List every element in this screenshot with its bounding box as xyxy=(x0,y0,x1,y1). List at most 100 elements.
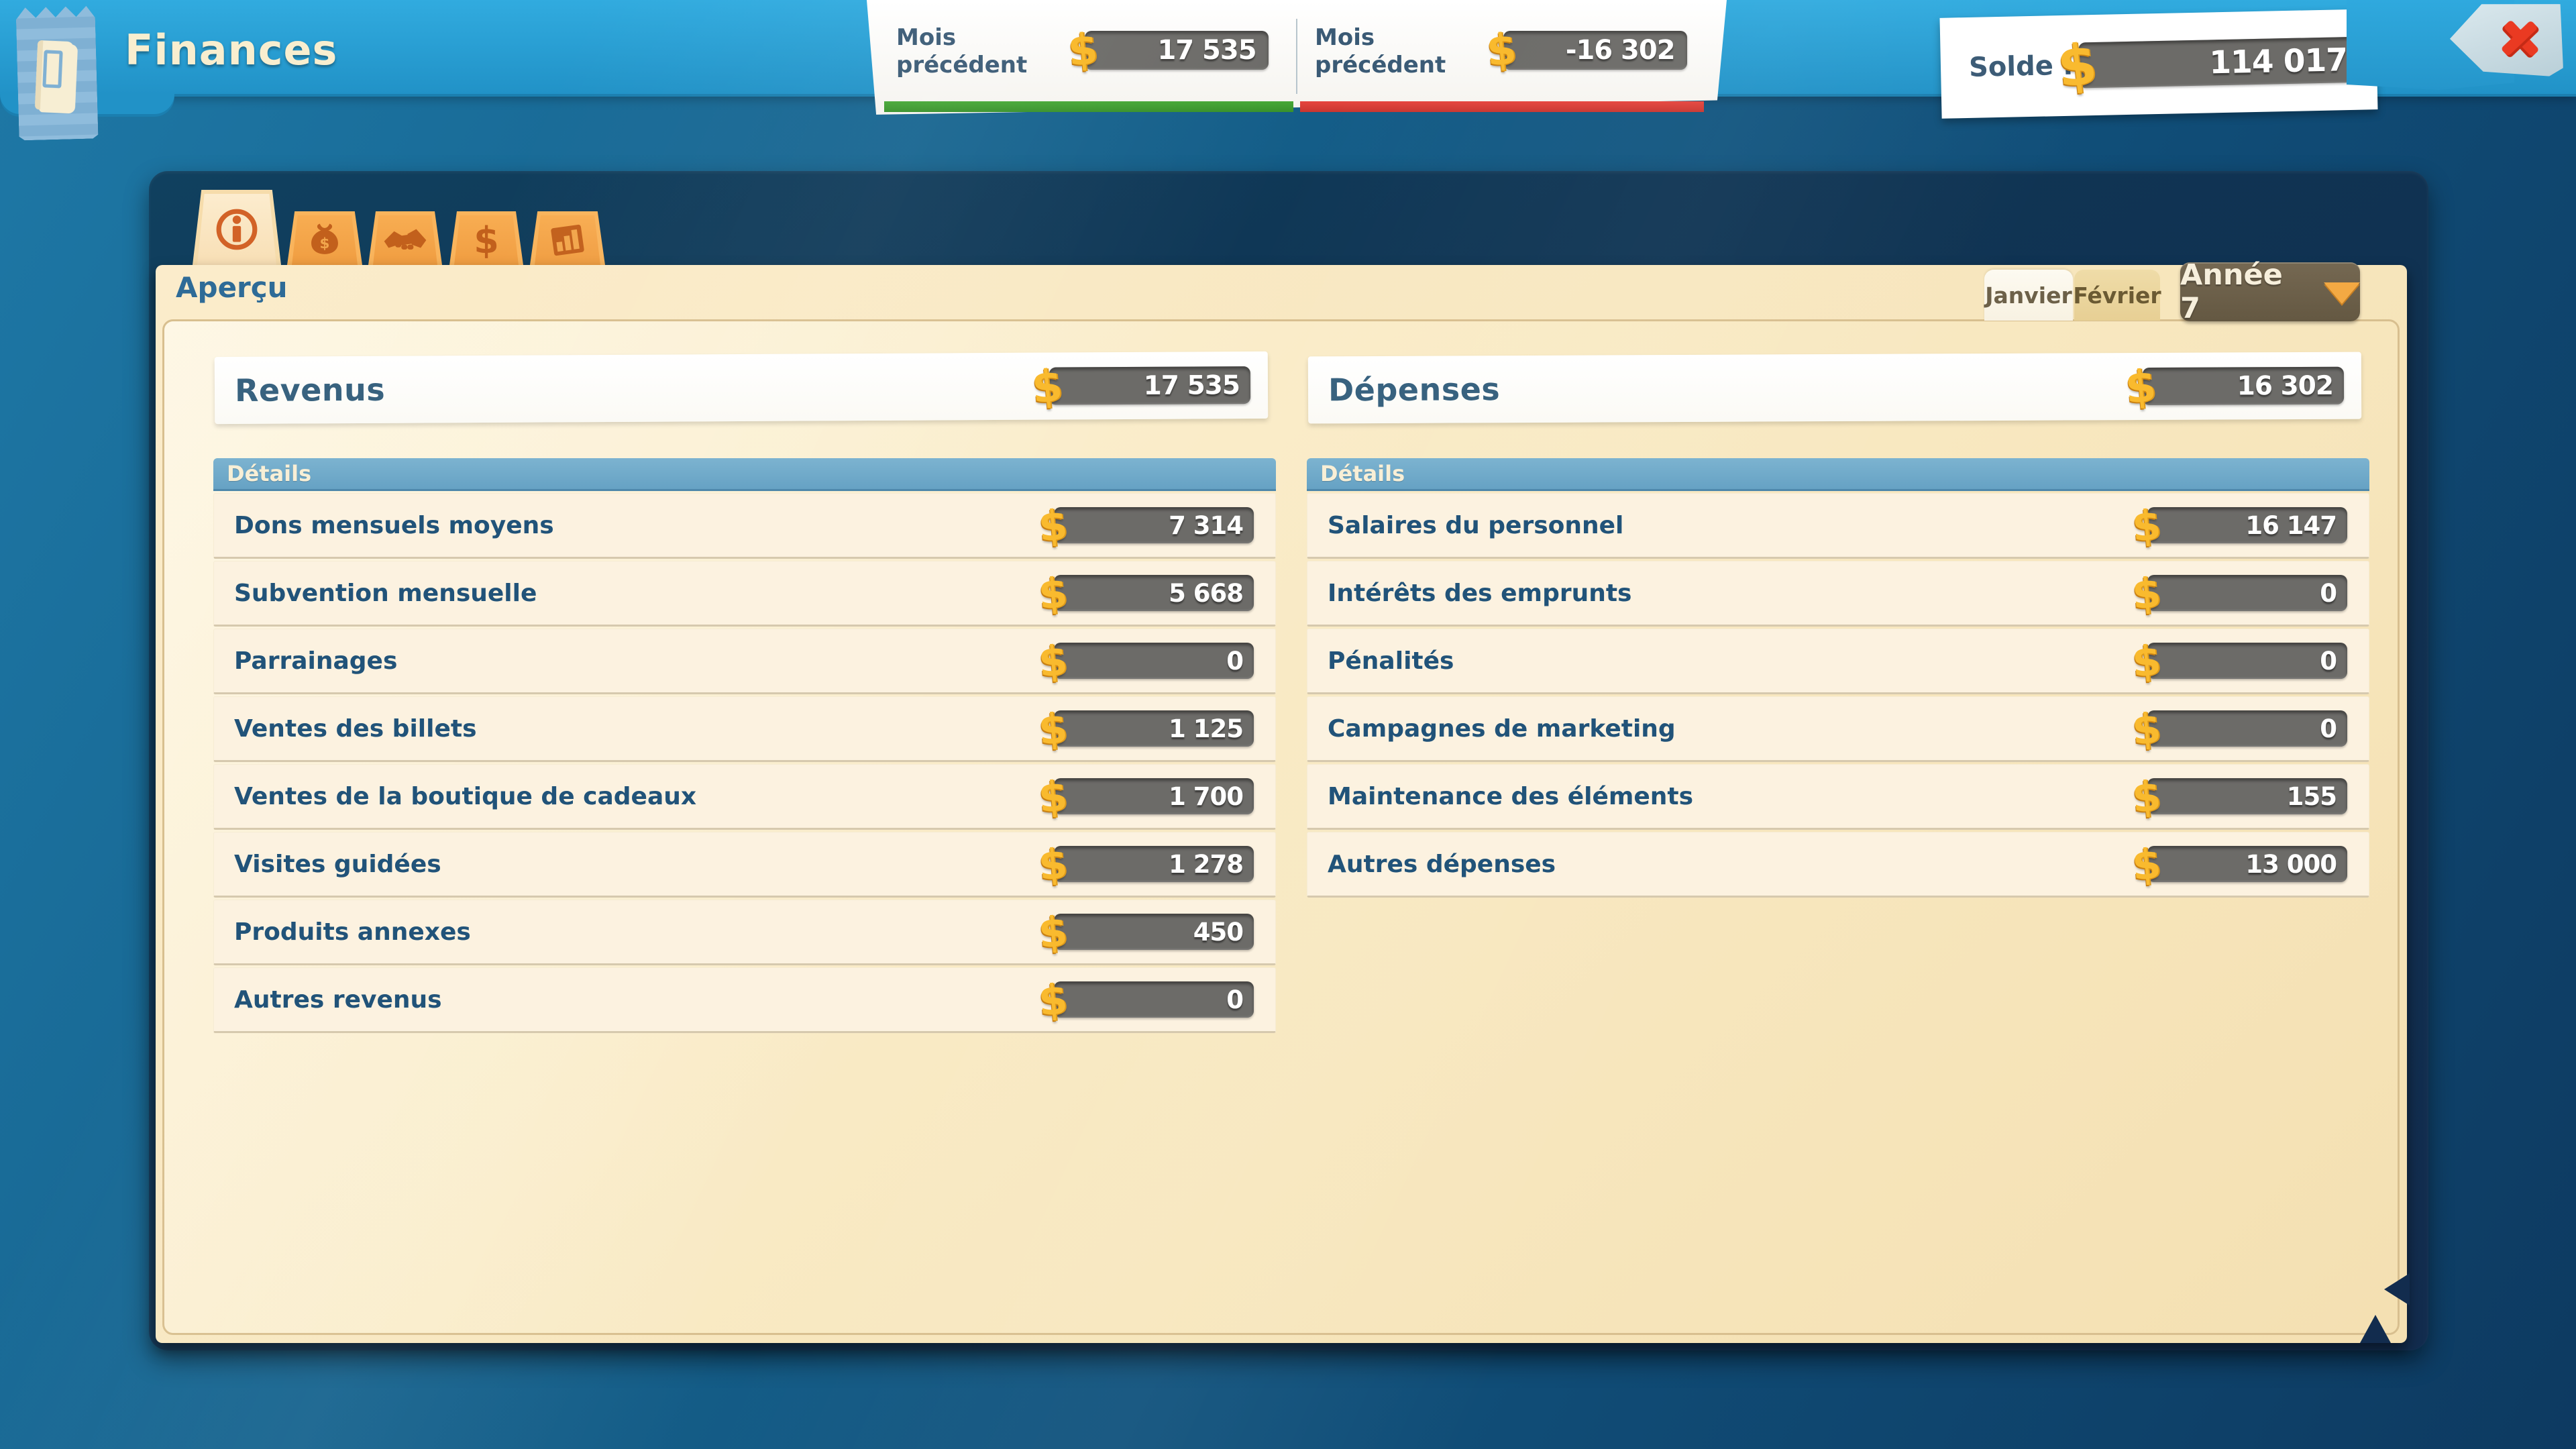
tab-loans[interactable]: $ xyxy=(449,211,523,265)
expense-row: Autres dépenses $ 13 000 xyxy=(1307,832,2369,898)
row-value: $ 1 125 xyxy=(1038,704,1254,753)
row-value: $ 450 xyxy=(1038,908,1254,957)
row-value: $ 5 668 xyxy=(1038,569,1254,618)
dollar-icon: $ xyxy=(2130,635,2163,686)
row-label: Campagnes de marketing xyxy=(1328,715,1676,743)
expenses-total: $ 16 302 xyxy=(2125,360,2344,412)
expense-indicator-bar xyxy=(1300,101,1704,112)
details-header: Détails xyxy=(1307,458,2369,491)
row-label: Produits annexes xyxy=(234,918,471,946)
svg-text:$: $ xyxy=(319,235,329,252)
dollar-icon: $ xyxy=(1036,500,1069,551)
page-title: Finances xyxy=(125,25,337,74)
dollar-icon: $ xyxy=(474,219,499,262)
row-value: $ 0 xyxy=(2132,637,2347,686)
revenue-row: Produits annexes $ 450 xyxy=(213,900,1276,965)
revenue-row: Ventes des billets $ 1 125 xyxy=(213,696,1276,762)
balance-panel: Solde : $ 114 017 xyxy=(1940,9,2378,119)
tab-charts[interactable] xyxy=(530,211,605,265)
dollar-icon: $ xyxy=(2053,31,2100,101)
summary-divider xyxy=(1296,19,1297,94)
revenue-row: Dons mensuels moyens $ 7 314 xyxy=(213,493,1276,559)
section-title: Aperçu xyxy=(176,271,288,304)
previous-month-summary: Mois précédent $ 17 535 Mois précédent $… xyxy=(867,0,1727,119)
revenue-row: Autres revenus $ 0 xyxy=(213,967,1276,1033)
row-value: $ 1 700 xyxy=(1038,772,1254,821)
expense-row: Pénalités $ 0 xyxy=(1307,629,2369,694)
row-label: Autres dépenses xyxy=(1328,851,1556,878)
row-label: Parrainages xyxy=(234,647,397,675)
revenues-title: Revenus xyxy=(235,372,385,409)
chevron-down-icon xyxy=(2324,282,2360,304)
row-label: Ventes de la boutique de cadeaux xyxy=(234,783,696,810)
row-label: Visites guidées xyxy=(234,851,441,878)
torn-notch xyxy=(2384,1273,2410,1305)
row-value: $ 0 xyxy=(1038,637,1254,686)
row-label: Autres revenus xyxy=(234,986,442,1014)
expense-row: Salaires du personnel $ 16 147 xyxy=(1307,493,2369,559)
row-label: Ventes des billets xyxy=(234,715,477,743)
row-label: Dons mensuels moyens xyxy=(234,512,554,539)
previous-month-expenses-value: $ -16 302 xyxy=(1487,25,1687,75)
income-indicator-bar xyxy=(884,101,1293,112)
dollar-icon: $ xyxy=(2130,771,2163,822)
dollar-icon: $ xyxy=(1036,906,1069,957)
row-value: $ 1 278 xyxy=(1038,840,1254,889)
dollar-icon: $ xyxy=(1036,635,1069,686)
row-value: $ 7 314 xyxy=(1038,501,1254,550)
row-value: $ 0 xyxy=(2132,704,2347,753)
dollar-icon: $ xyxy=(1036,703,1069,754)
dollar-icon: $ xyxy=(1036,771,1069,822)
expenses-header: Dépenses $ 16 302 xyxy=(1308,352,2361,424)
row-label: Intérêts des emprunts xyxy=(1328,580,1631,607)
revenues-header: Revenus $ 17 535 xyxy=(215,352,1269,424)
finances-ticket-icon xyxy=(15,5,98,140)
expense-row: Intérêts des emprunts $ 0 xyxy=(1307,561,2369,627)
dollar-icon: $ xyxy=(1485,24,1519,76)
revenue-row: Visites guidées $ 1 278 xyxy=(213,832,1276,898)
journal-icon xyxy=(35,40,74,111)
tab-income[interactable]: $ xyxy=(287,211,362,265)
dollar-icon: $ xyxy=(1030,359,1065,413)
dollar-icon: $ xyxy=(2130,839,2163,890)
details-header: Détails xyxy=(213,458,1276,491)
money-bag-icon: $ xyxy=(305,221,344,260)
month-tab-fevrier[interactable]: Février xyxy=(2074,270,2160,321)
info-icon xyxy=(215,207,259,252)
dollar-icon: $ xyxy=(2123,360,2159,414)
expenses-details-list: Détails Salaires du personnel $ 16 147 I… xyxy=(1307,458,2369,900)
dollar-icon: $ xyxy=(1036,568,1069,619)
balance-value: $ 114 017 xyxy=(2057,27,2363,99)
revenue-row: Ventes de la boutique de cadeaux $ 1 700 xyxy=(213,764,1276,830)
dollar-icon: $ xyxy=(1036,974,1069,1025)
expenses-title: Dépenses xyxy=(1328,371,1500,408)
revenues-details-list: Détails Dons mensuels moyens $ 7 314 Sub… xyxy=(213,458,1276,1035)
row-label: Subvention mensuelle xyxy=(234,580,537,607)
tab-overview[interactable] xyxy=(193,190,281,265)
row-value: $ 16 147 xyxy=(2132,501,2347,550)
dollar-icon: $ xyxy=(2130,500,2163,551)
year-dropdown-label: Année 7 xyxy=(2180,258,2312,325)
row-label: Maintenance des éléments xyxy=(1328,783,1693,810)
row-label: Salaires du personnel xyxy=(1328,512,1623,539)
expense-row: Maintenance des éléments $ 155 xyxy=(1307,764,2369,830)
dollar-icon: $ xyxy=(2130,568,2163,619)
previous-month-expenses-label: Mois précédent xyxy=(1315,24,1496,79)
tab-sponsors[interactable] xyxy=(368,211,442,265)
finances-screen: Finances Mois précédent $ 17 535 Mois pr… xyxy=(0,0,2576,1449)
dollar-icon: $ xyxy=(1036,839,1069,890)
torn-notch xyxy=(2360,1315,2391,1343)
dollar-icon: $ xyxy=(1066,24,1100,76)
row-value: $ 0 xyxy=(2132,569,2347,618)
row-value: $ 0 xyxy=(1038,975,1254,1024)
revenue-row: Subvention mensuelle $ 5 668 xyxy=(213,561,1276,627)
bar-chart-icon xyxy=(547,220,588,260)
revenues-total: $ 17 535 xyxy=(1032,360,1250,413)
row-label: Pénalités xyxy=(1328,647,1454,675)
previous-month-income-label: Mois précédent xyxy=(896,24,1077,79)
dollar-icon: $ xyxy=(2130,703,2163,754)
month-tab-janvier[interactable]: Janvier xyxy=(1984,270,2073,321)
year-dropdown[interactable]: Année 7 xyxy=(2180,262,2360,321)
expense-row: Campagnes de marketing $ 0 xyxy=(1307,696,2369,762)
previous-month-income-value: $ 17 535 xyxy=(1068,25,1269,75)
